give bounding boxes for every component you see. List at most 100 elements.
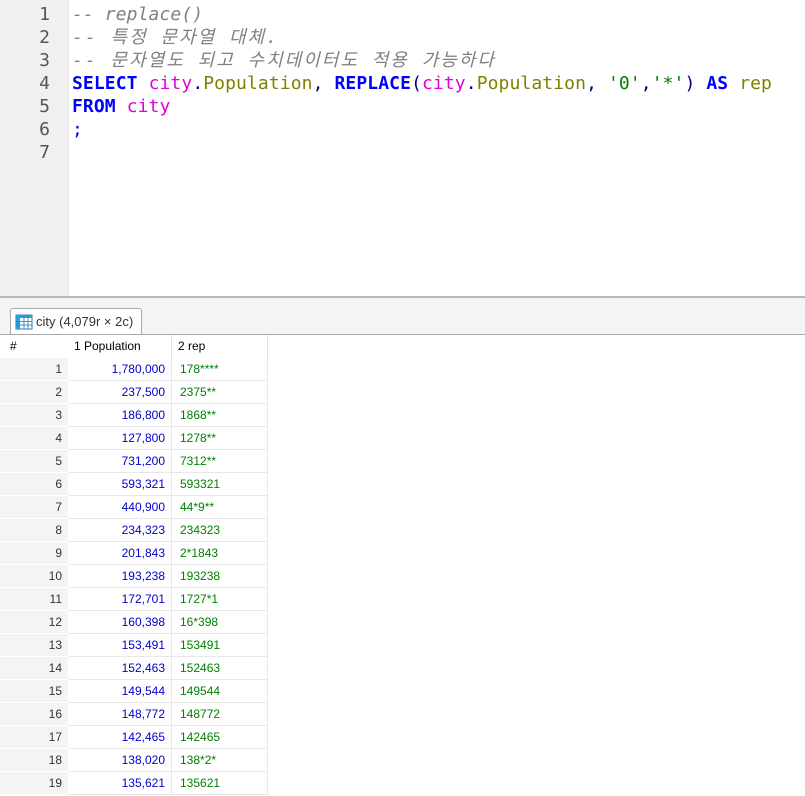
line-number: 5 [39, 96, 50, 117]
cell-population[interactable]: 172,701 [68, 588, 172, 611]
cell-rep[interactable]: 178**** [172, 358, 268, 381]
code-line-1[interactable]: -- replace() [72, 3, 203, 26]
cell-rep[interactable]: 193238 [172, 565, 268, 588]
cell-population[interactable]: 1,780,000 [68, 358, 172, 381]
string-literal: '0' [607, 73, 641, 94]
row-number[interactable]: 13 [0, 634, 68, 657]
cell-population[interactable]: 148,772 [68, 703, 172, 726]
cell-population[interactable]: 149,544 [68, 680, 172, 703]
cell-rep[interactable]: 142465 [172, 726, 268, 749]
row-number[interactable]: 6 [0, 473, 68, 496]
cell-rep[interactable]: 2*1843 [172, 542, 268, 565]
cell-rep[interactable]: 44*9** [172, 496, 268, 519]
function-replace: REPLACE [334, 73, 412, 94]
cell-rep[interactable]: 234323 [172, 519, 268, 542]
cell-population[interactable]: 593,321 [68, 473, 172, 496]
code-line-5[interactable]: FROM city [72, 95, 170, 118]
row-number[interactable]: 8 [0, 519, 68, 542]
line-number: 2 [39, 27, 50, 48]
line-number: 4 [39, 73, 50, 94]
cell-rep[interactable]: 138*2* [172, 749, 268, 772]
keyword-select: SELECT [72, 73, 138, 94]
cell-population[interactable]: 237,500 [68, 381, 172, 404]
result-tab-bar: city (4,079r × 2c) [0, 298, 805, 335]
result-tab-city[interactable]: city (4,079r × 2c) [10, 308, 143, 334]
cell-rep[interactable]: 149544 [172, 680, 268, 703]
keyword-from: FROM [72, 96, 116, 117]
line-number: 6 [39, 119, 50, 140]
result-tab-label: city (4,079r × 2c) [36, 314, 134, 329]
code-line-3[interactable]: -- 문자열도 되고 수치데이터도 적용 가능하다 [72, 49, 496, 72]
row-number[interactable]: 10 [0, 565, 68, 588]
table-ref: city [422, 73, 466, 94]
row-number[interactable]: 16 [0, 703, 68, 726]
line-number: 3 [39, 50, 50, 71]
cell-population[interactable]: 135,621 [68, 772, 172, 795]
cell-population[interactable]: 234,323 [68, 519, 172, 542]
cell-rep[interactable]: 1868** [172, 404, 268, 427]
string-literal: '*' [651, 73, 685, 94]
column-ref: Population [203, 73, 313, 94]
cell-rep[interactable]: 152463 [172, 657, 268, 680]
code-line-2[interactable]: -- 특정 문자열 대체. [72, 26, 279, 49]
cell-population[interactable]: 186,800 [68, 404, 172, 427]
cell-rep[interactable]: 1727*1 [172, 588, 268, 611]
row-number[interactable]: 18 [0, 749, 68, 772]
cell-population[interactable]: 127,800 [68, 427, 172, 450]
cell-population[interactable]: 138,020 [68, 749, 172, 772]
paren-close: ) [684, 73, 696, 94]
rownum-header[interactable]: # [0, 335, 68, 358]
table-ref: city [148, 73, 193, 94]
cell-rep[interactable]: 153491 [172, 634, 268, 657]
cell-population[interactable]: 440,900 [68, 496, 172, 519]
cell-population[interactable]: 201,843 [68, 542, 172, 565]
row-number[interactable]: 14 [0, 657, 68, 680]
row-number[interactable]: 11 [0, 588, 68, 611]
column-ref: Population [476, 73, 587, 94]
sql-editor[interactable]: 1 2 3 4 5 6 7 -- replace() -- 특정 문자열 대체.… [0, 0, 805, 296]
comma: , [586, 73, 597, 94]
comma: , [312, 73, 324, 94]
code-line-6[interactable]: ; [72, 118, 83, 141]
table-grid-icon [15, 314, 33, 329]
cell-population[interactable]: 160,398 [68, 611, 172, 634]
row-number[interactable]: 17 [0, 726, 68, 749]
row-number[interactable]: 9 [0, 542, 68, 565]
dot: . [192, 73, 204, 94]
row-number[interactable]: 3 [0, 404, 68, 427]
line-number: 1 [39, 4, 50, 25]
keyword-as: AS [706, 73, 729, 94]
row-number[interactable]: 15 [0, 680, 68, 703]
cell-population[interactable]: 142,465 [68, 726, 172, 749]
code-line-4[interactable]: SELECT city.Population, REPLACE(city.Pop… [72, 72, 772, 95]
line-number: 7 [39, 142, 50, 163]
table-ref: city [126, 96, 171, 117]
result-grid[interactable]: # 1 Population 2 rep 1 1,780,000 178**** 2 2… [0, 335, 805, 796]
row-number[interactable]: 4 [0, 427, 68, 450]
row-number[interactable]: 7 [0, 496, 68, 519]
dot: . [465, 73, 477, 94]
cell-rep[interactable]: 148772 [172, 703, 268, 726]
cell-population[interactable]: 193,238 [68, 565, 172, 588]
row-number[interactable]: 1 [0, 358, 68, 381]
cell-rep[interactable]: 135621 [172, 772, 268, 795]
cell-population[interactable]: 731,200 [68, 450, 172, 473]
cell-rep[interactable]: 593321 [172, 473, 268, 496]
cell-population[interactable]: 152,463 [68, 657, 172, 680]
alias: rep [739, 73, 772, 94]
cell-rep[interactable]: 16*398 [172, 611, 268, 634]
cell-population[interactable]: 153,491 [68, 634, 172, 657]
row-number[interactable]: 12 [0, 611, 68, 634]
cell-rep[interactable]: 1278** [172, 427, 268, 450]
line-number-gutter: 1 2 3 4 5 6 7 [0, 0, 69, 296]
semicolon: ; [72, 119, 83, 140]
row-number[interactable]: 19 [0, 772, 68, 795]
comma: , [640, 73, 652, 94]
column-header-population[interactable]: 1 Population [68, 335, 172, 358]
row-number[interactable]: 2 [0, 381, 68, 404]
cell-rep[interactable]: 7312** [172, 450, 268, 473]
paren-open: ( [411, 73, 422, 94]
row-number[interactable]: 5 [0, 450, 68, 473]
cell-rep[interactable]: 2375** [172, 381, 268, 404]
column-header-rep[interactable]: 2 rep [172, 335, 268, 358]
